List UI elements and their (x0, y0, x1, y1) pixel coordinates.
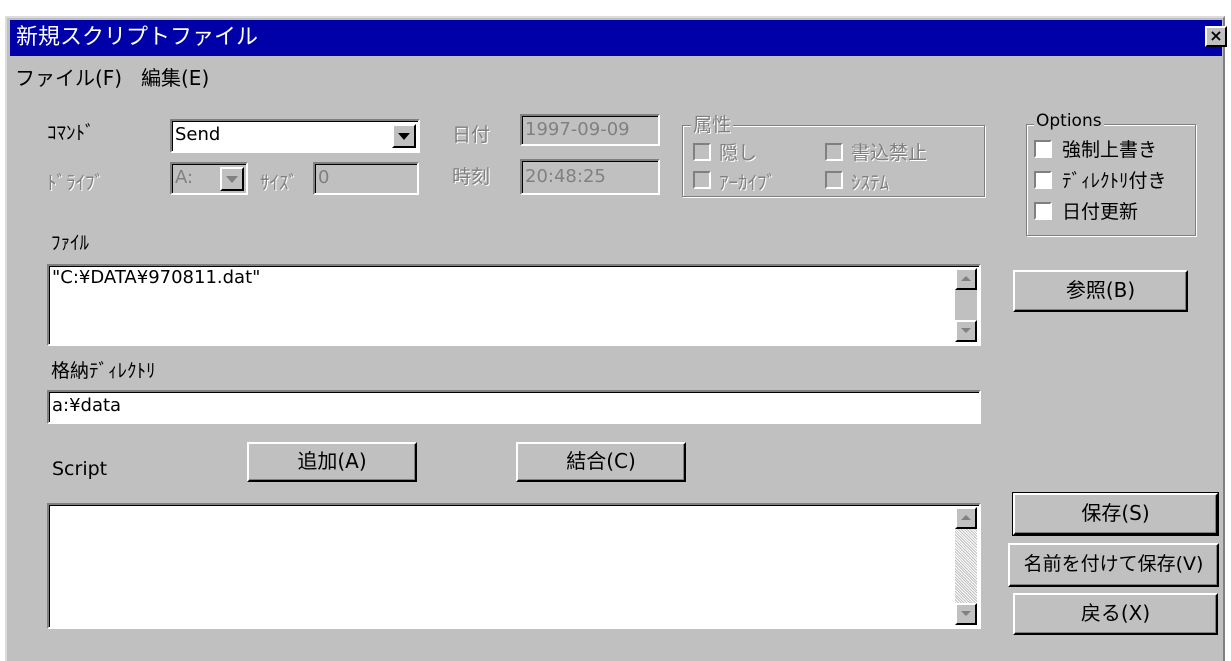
overwrite-checkbox[interactable] (1034, 140, 1052, 158)
dest-dir-field[interactable]: a:¥data (47, 390, 981, 424)
archive-label: ｱｰｶｲﾌﾞ (719, 172, 777, 194)
arrow-down-icon (961, 328, 971, 333)
file-textarea[interactable]: "C:¥DATA¥970811.dat" (47, 264, 981, 346)
arrow-down-icon (961, 611, 971, 616)
file-label: ﾌｧｲﾙ (51, 232, 90, 254)
archive-checkbox[interactable] (693, 171, 711, 189)
attributes-group-label: 属性 (691, 110, 734, 137)
script-textarea[interactable] (47, 503, 981, 629)
close-icon: × (1209, 26, 1223, 45)
file-scrollbar[interactable] (955, 268, 977, 342)
add-button[interactable]: 追加(A) (247, 442, 417, 482)
command-value: Send (175, 124, 221, 145)
size-field[interactable]: 0 (313, 162, 419, 195)
time-value: 20:48:25 (525, 166, 606, 187)
system-label: ｼｽﾃﾑ (851, 172, 890, 194)
date-field[interactable]: 1997-09-09 (520, 114, 660, 146)
readonly-checkbox[interactable] (825, 143, 843, 161)
options-group-label: Options (1034, 111, 1104, 131)
browse-button[interactable]: 参照(B) (1013, 270, 1188, 312)
close-button[interactable]: × (1205, 26, 1227, 47)
update-date-checkbox[interactable] (1034, 202, 1052, 220)
scroll-track[interactable] (955, 290, 977, 320)
save-as-button[interactable]: 名前を付けて保存(V) (1008, 543, 1219, 587)
scroll-up-button[interactable] (955, 507, 977, 529)
time-label: 時刻 (452, 166, 491, 188)
script-scrollbar[interactable] (955, 507, 977, 625)
back-button[interactable]: 戻る(X) (1013, 593, 1218, 635)
command-combobox[interactable]: Send (170, 119, 420, 153)
with-dir-checkbox[interactable] (1034, 171, 1052, 189)
dest-dir-label: 格納ﾃﾞｨﾚｸﾄﾘ (51, 360, 156, 382)
window-title: 新規スクリプトファイル (16, 25, 259, 50)
scroll-track[interactable] (955, 529, 977, 603)
menu-file[interactable]: ファイル(F) (15, 62, 122, 91)
hidden-label: 隠し (719, 142, 758, 164)
overwrite-label: 強制上書き (1062, 139, 1158, 161)
join-button[interactable]: 結合(C) (516, 442, 686, 482)
menu-edit[interactable]: 編集(E) (141, 62, 209, 91)
size-label: ｻｲｽﾞ (260, 172, 299, 194)
arrow-up-icon (961, 515, 971, 520)
title-bar[interactable]: 新規スクリプトファイル × (10, 20, 1227, 56)
scroll-down-button[interactable] (955, 603, 977, 625)
file-value: "C:¥DATA¥970811.dat" (52, 267, 261, 288)
script-label: Script (52, 458, 108, 480)
date-label: 日付 (452, 124, 491, 146)
hidden-checkbox[interactable] (693, 143, 711, 161)
readonly-label: 書込禁止 (851, 142, 928, 164)
command-dropdown-button[interactable] (392, 124, 416, 148)
dest-dir-value: a:¥data (52, 395, 122, 416)
update-date-label: 日付更新 (1062, 201, 1139, 223)
command-label: ｺﾏﾝﾄﾞ (47, 122, 95, 144)
arrow-up-icon (961, 276, 971, 281)
chevron-down-icon (398, 133, 410, 140)
drive-dropdown-button[interactable] (220, 167, 244, 191)
chevron-down-icon (226, 176, 238, 183)
drive-combobox[interactable]: A: (170, 162, 248, 195)
scroll-up-button[interactable] (955, 268, 977, 290)
date-value: 1997-09-09 (525, 119, 630, 140)
system-checkbox[interactable] (825, 171, 843, 189)
dialog-window: 新規スクリプトファイル × ファイル(F) 編集(E) ｺﾏﾝﾄﾞ Send ﾄ… (5, 16, 1227, 661)
save-button[interactable]: 保存(S) (1012, 492, 1219, 536)
with-dir-label: ﾃﾞｨﾚｸﾄﾘ付き (1062, 170, 1167, 192)
scroll-down-button[interactable] (955, 320, 977, 342)
drive-label: ﾄﾞﾗｲﾌﾞ (47, 172, 105, 194)
time-field[interactable]: 20:48:25 (520, 159, 660, 195)
size-value: 0 (318, 167, 330, 188)
